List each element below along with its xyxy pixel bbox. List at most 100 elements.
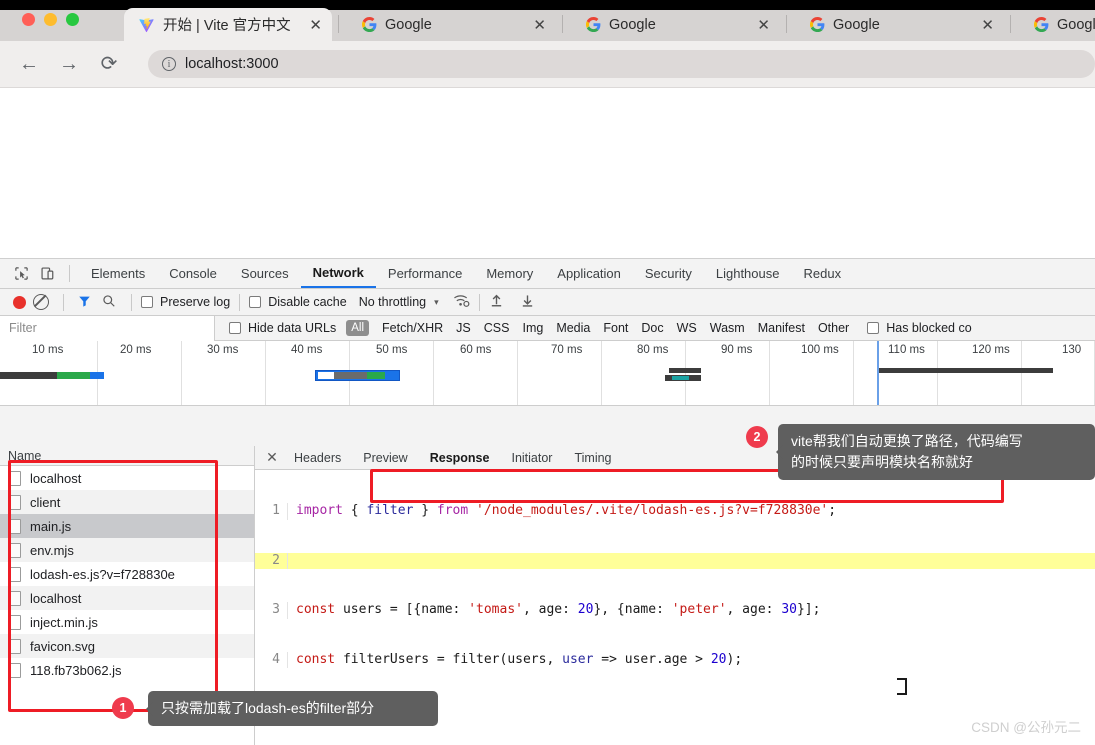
- devtools-tab-sources[interactable]: Sources: [229, 259, 301, 288]
- browser-tab-2[interactable]: Google ✕: [572, 8, 780, 41]
- filter-type-ws[interactable]: WS: [677, 321, 697, 335]
- toolbar-divider: [478, 293, 480, 311]
- close-detail-icon[interactable]: ✕: [261, 447, 283, 469]
- browser-tab-3[interactable]: Google ✕: [796, 8, 1004, 41]
- disable-cache-checkbox[interactable]: Disable cache: [249, 295, 347, 309]
- back-button[interactable]: ←: [18, 53, 40, 75]
- request-row-0[interactable]: localhost: [0, 466, 254, 490]
- request-row-2[interactable]: main.js: [0, 514, 254, 538]
- filter-type-css[interactable]: CSS: [484, 321, 510, 335]
- hide-data-urls-checkbox[interactable]: Hide data URLs: [229, 321, 336, 335]
- document-icon: [8, 590, 21, 606]
- request-row-8[interactable]: 118.fb73b062.js: [0, 658, 254, 682]
- reload-button[interactable]: ⟳: [98, 53, 120, 75]
- export-har-icon[interactable]: [520, 293, 535, 311]
- filter-type-font[interactable]: Font: [603, 321, 628, 335]
- devtools-tab-redux[interactable]: Redux: [791, 259, 853, 288]
- filter-type-all[interactable]: All: [346, 320, 370, 336]
- request-row-6[interactable]: inject.min.js: [0, 610, 254, 634]
- search-icon[interactable]: [102, 294, 116, 311]
- filter-type-img[interactable]: Img: [522, 321, 543, 335]
- forward-button[interactable]: →: [58, 53, 80, 75]
- detail-tab-preview[interactable]: Preview: [352, 446, 418, 469]
- network-conditions-icon[interactable]: [453, 293, 470, 311]
- filter-type-doc[interactable]: Doc: [641, 321, 663, 335]
- filter-type-manifest[interactable]: Manifest: [758, 321, 805, 335]
- code-line-3: 3 const users = [{name: 'tomas', age: 20…: [255, 602, 1095, 619]
- filter-type-js[interactable]: JS: [456, 321, 471, 335]
- clear-button[interactable]: [33, 294, 49, 310]
- devtools-tab-network[interactable]: Network: [300, 259, 376, 288]
- devtools-tab-performance[interactable]: Performance: [376, 259, 474, 288]
- browser-window: 开始 | Vite 官方中文 ✕ Google ✕ Google ✕ Googl…: [0, 0, 1095, 745]
- import-har-icon[interactable]: [489, 293, 504, 311]
- timeline-tick-label: 90 ms: [721, 344, 753, 356]
- browser-tab-label-1: Google: [385, 16, 432, 33]
- has-blocked-cookies-checkbox[interactable]: Has blocked co: [867, 321, 972, 335]
- window-controls: [22, 13, 79, 26]
- overview-request-bar-segment: [367, 372, 385, 379]
- google-icon: [586, 17, 601, 32]
- devtools-tab-memory[interactable]: Memory: [474, 259, 545, 288]
- request-row-1[interactable]: client: [0, 490, 254, 514]
- request-row-3[interactable]: env.mjs: [0, 538, 254, 562]
- overview-request-bar: [878, 368, 1053, 373]
- detail-tab-initiator[interactable]: Initiator: [500, 446, 563, 469]
- close-window-button[interactable]: [22, 13, 35, 26]
- tab-close-icon-3[interactable]: ✕: [971, 16, 994, 34]
- tab-close-icon-0[interactable]: ✕: [299, 16, 322, 34]
- checkbox-box: [141, 296, 153, 308]
- request-name: main.js: [30, 518, 72, 534]
- filter-type-fetchxhr[interactable]: Fetch/XHR: [382, 321, 443, 335]
- detail-tab-timing[interactable]: Timing: [563, 446, 622, 469]
- throttling-select[interactable]: No throttling ▾: [359, 295, 439, 309]
- devtools-tab-application[interactable]: Application: [545, 259, 633, 288]
- document-icon: [8, 662, 21, 678]
- browser-tab-1[interactable]: Google ✕: [348, 8, 556, 41]
- browser-toolbar: ← → ⟳ i localhost:3000: [0, 41, 1095, 88]
- preserve-log-checkbox[interactable]: Preserve log: [141, 295, 230, 309]
- maximize-window-button[interactable]: [66, 13, 79, 26]
- overview-request-bar: [90, 372, 104, 379]
- address-bar-value: localhost:3000: [185, 56, 279, 72]
- devtools-tab-security[interactable]: Security: [633, 259, 704, 288]
- timeline-gridline: [1022, 341, 1095, 405]
- line-number: 2: [255, 552, 288, 569]
- request-row-5[interactable]: localhost: [0, 586, 254, 610]
- filter-input[interactable]: Filter: [0, 315, 215, 341]
- devtools-tab-lighthouse[interactable]: Lighthouse: [704, 259, 792, 288]
- timeline-tick-label: 30 ms: [207, 344, 239, 356]
- filter-type-wasm[interactable]: Wasm: [710, 321, 745, 335]
- address-bar[interactable]: i localhost:3000: [148, 50, 1095, 78]
- minimize-window-button[interactable]: [44, 13, 57, 26]
- request-list-header[interactable]: Name: [0, 446, 254, 466]
- browser-tab-0[interactable]: 开始 | Vite 官方中文 ✕: [124, 8, 332, 41]
- detail-tab-response[interactable]: Response: [419, 446, 501, 469]
- browser-tab-4[interactable]: Googl: [1020, 8, 1095, 41]
- network-overview-timeline[interactable]: 10 ms 20 ms 30 ms 40 ms 50 ms 60 ms 70 m…: [0, 341, 1095, 406]
- request-name: localhost: [30, 470, 82, 486]
- site-info-icon[interactable]: i: [162, 57, 176, 71]
- code-text: const filterUsers = filter(users, user =…: [296, 651, 743, 667]
- tab-close-icon-1[interactable]: ✕: [523, 16, 546, 34]
- request-name: client: [30, 494, 61, 510]
- overview-request-bar: [57, 372, 90, 379]
- request-row-7[interactable]: favicon.svg: [0, 634, 254, 658]
- devtools-tab-elements[interactable]: Elements: [79, 259, 157, 288]
- request-name: 118.fb73b062.js: [30, 662, 122, 678]
- tab-close-icon-2[interactable]: ✕: [747, 16, 770, 34]
- detail-tab-headers[interactable]: Headers: [283, 446, 352, 469]
- filter-type-media[interactable]: Media: [556, 321, 590, 335]
- devtools-tab-console[interactable]: Console: [157, 259, 229, 288]
- timeline-tick-label: 60 ms: [460, 344, 492, 356]
- device-toolbar-icon[interactable]: [34, 263, 60, 285]
- timeline-tick-label: 100 ms: [801, 344, 839, 356]
- funnel-icon[interactable]: [77, 294, 92, 311]
- filter-type-other[interactable]: Other: [818, 321, 849, 335]
- annotation-badge-2: 2: [746, 426, 768, 448]
- inspect-element-icon[interactable]: [8, 263, 34, 285]
- record-button[interactable]: [13, 295, 26, 309]
- request-row-4[interactable]: lodash-es.js?v=f728830e: [0, 562, 254, 586]
- checkbox-box: [229, 322, 241, 334]
- timeline-tick-label: 50 ms: [376, 344, 408, 356]
